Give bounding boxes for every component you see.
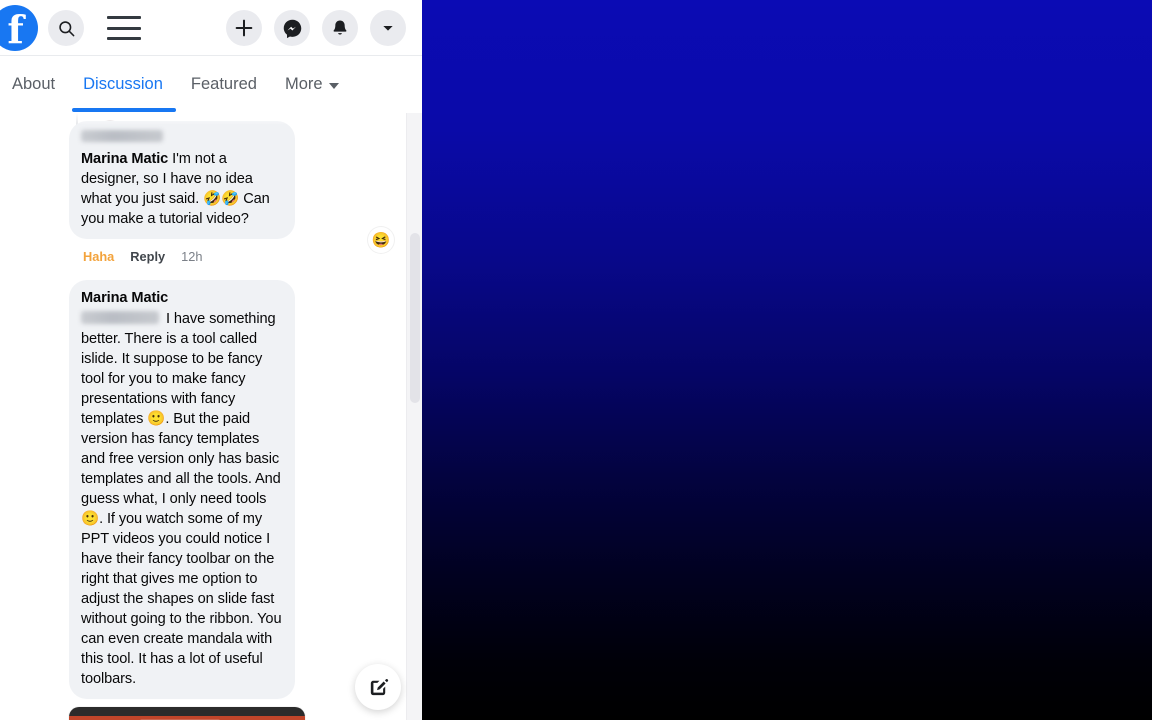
powerpoint-titlebar: [69, 707, 305, 716]
comment-list: Marina Matic I'm not a designer, so I ha…: [0, 113, 406, 720]
discussion-feed[interactable]: Marina Matic I'm not a designer, so I ha…: [0, 113, 406, 720]
comment-body: Marina Matic I'm not a designer, so I ha…: [69, 121, 394, 253]
comment-author[interactable]: Marina Matic: [81, 288, 283, 308]
hamburger-line: [107, 16, 141, 19]
top-navigation-bar: f: [0, 0, 422, 56]
tab-more[interactable]: More: [285, 59, 339, 111]
bell-icon: [333, 20, 347, 35]
comment-author[interactable]: Marina Matic: [81, 151, 168, 167]
reaction-label[interactable]: Haha: [83, 249, 114, 264]
comment-item: Marina Matic I'm not a designer, so I ha…: [0, 113, 406, 253]
comment-body: Marina Matic I have something better. Th…: [69, 280, 394, 720]
messenger-icon: [283, 19, 301, 38]
comment-actions: Haha Reply 12h: [69, 241, 406, 266]
feed-scrollbar-thumb[interactable]: [410, 233, 420, 403]
powerpoint-ribbon-tabs: [69, 716, 305, 720]
comment-text: I have something better. There is a tool…: [81, 311, 282, 687]
hamburger-line: [107, 37, 141, 40]
tab-featured-label: Featured: [190, 74, 257, 93]
chevron-down-icon: [328, 82, 339, 89]
search-button[interactable]: [48, 10, 84, 46]
facebook-logo[interactable]: f: [0, 5, 38, 51]
pencil-square-icon: [370, 678, 388, 695]
compose-button[interactable]: [355, 664, 401, 710]
feed-scrollbar-track[interactable]: [406, 113, 422, 720]
hamburger-line: [107, 26, 141, 30]
header-actions: [226, 10, 406, 46]
facebook-f-glyph: f: [7, 7, 23, 51]
tab-about[interactable]: About: [12, 59, 55, 111]
chevron-down-icon: [383, 26, 393, 31]
tab-about-label: About: [12, 74, 56, 93]
comment-timestamp[interactable]: 12h: [181, 249, 202, 264]
comment-bubble: Marina Matic I have something better. Th…: [69, 280, 295, 699]
tab-more-label: More: [284, 74, 323, 93]
create-button[interactable]: [226, 10, 262, 46]
mention-name-blurred: [81, 130, 163, 142]
profile-tab-bar: About Discussion Featured More: [0, 56, 422, 113]
hamburger-menu-icon[interactable]: [107, 16, 141, 40]
account-menu-button[interactable]: [370, 10, 406, 46]
comment-attachment-image[interactable]: [69, 707, 305, 720]
reply-button[interactable]: Reply: [130, 249, 165, 264]
comment-bubble: Marina Matic I'm not a designer, so I ha…: [69, 121, 295, 239]
plus-icon: [235, 19, 253, 37]
facebook-app-viewport: f About Discussion Featured More Marina …: [0, 0, 422, 720]
haha-reaction-icon: 😆: [371, 231, 391, 249]
tab-featured[interactable]: Featured: [191, 59, 257, 111]
comment-item: Marina Matic I have something better. Th…: [0, 266, 406, 720]
tab-discussion-label: Discussion: [83, 74, 163, 93]
messenger-button[interactable]: [274, 10, 310, 46]
screen: f About Discussion Featured More Marina …: [0, 0, 1152, 720]
active-tab-indicator: [72, 108, 176, 112]
notifications-button[interactable]: [322, 10, 358, 46]
reaction-badge[interactable]: 😆: [368, 227, 394, 253]
mention-name-blurred: [81, 311, 159, 324]
tab-discussion[interactable]: Discussion: [83, 59, 163, 111]
search-icon: [58, 20, 74, 36]
